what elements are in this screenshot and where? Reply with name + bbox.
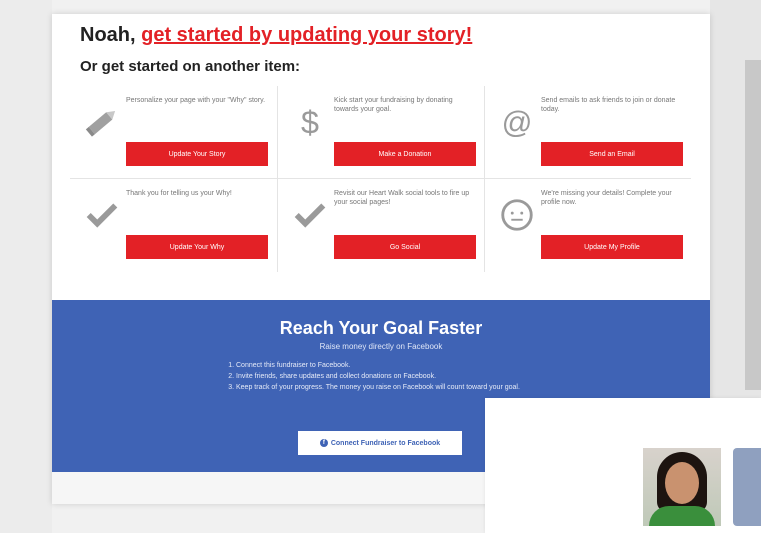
- profile-popup: [485, 398, 761, 533]
- connect-facebook-button[interactable]: f Connect Fundraiser to Facebook: [298, 431, 462, 455]
- send-email-button[interactable]: Send an Email: [541, 142, 683, 166]
- update-story-link[interactable]: get started by updating your story!: [141, 24, 472, 46]
- list-item: Keep track of your progress. The money y…: [236, 382, 556, 393]
- background-scrollbar: [745, 60, 761, 390]
- at-sign-icon: @: [497, 102, 537, 142]
- list-item: Connect this fundraiser to Facebook.: [236, 360, 556, 371]
- action-item-email: @ Send emails to ask friends to join or …: [484, 86, 691, 179]
- go-social-button[interactable]: Go Social: [334, 235, 476, 259]
- action-item-update-why: Thank you for telling us your Why! Updat…: [70, 179, 277, 272]
- action-item-description: Thank you for telling us your Why!: [126, 190, 232, 197]
- facebook-promo-title: Reach Your Goal Faster: [279, 318, 483, 338]
- connect-facebook-label: Connect Fundraiser to Facebook: [330, 439, 441, 447]
- action-item-update-story: Personalize your page with your "Why" st…: [70, 86, 277, 179]
- greeting-name: Noah,: [80, 24, 136, 46]
- action-item-description: We're missing your details! Complete you…: [541, 190, 672, 206]
- action-item-description: Personalize your page with your "Why" st…: [126, 97, 266, 104]
- checkmark-icon: [290, 195, 330, 235]
- action-item-description: Revisit our Heart Walk social tools to f…: [334, 190, 470, 206]
- action-item-donate: $ Kick start your fundraising by donatin…: [277, 86, 484, 179]
- greeting-headline: Noah, get started by updating your story…: [80, 24, 472, 47]
- dollar-icon: $: [290, 102, 330, 142]
- svg-text:@: @: [502, 105, 533, 139]
- list-item: Invite friends, share updates and collec…: [236, 371, 556, 382]
- smiley-icon: [497, 195, 537, 235]
- facebook-steps-list: Connect this fundraiser to Facebook. Inv…: [224, 360, 556, 393]
- avatar[interactable]: [643, 448, 721, 526]
- action-items-grid: Personalize your page with your "Why" st…: [70, 86, 692, 272]
- checkmark-icon: [82, 195, 122, 235]
- side-tab-button[interactable]: [733, 448, 761, 526]
- make-donation-button[interactable]: Make a Donation: [334, 142, 476, 166]
- facebook-promo-subtitle: Raise money directly on Facebook: [319, 342, 443, 351]
- svg-text:$: $: [301, 104, 319, 140]
- update-profile-button[interactable]: Update My Profile: [541, 235, 683, 259]
- action-item-update-profile: We're missing your details! Complete you…: [484, 179, 691, 272]
- action-item-description: Kick start your fundraising by donating …: [334, 97, 453, 113]
- pencil-icon: [82, 102, 122, 142]
- update-story-button[interactable]: Update Your Story: [126, 142, 268, 166]
- section-subtitle: Or get started on another item:: [80, 58, 301, 75]
- facebook-icon: f: [319, 439, 328, 447]
- action-item-go-social: Revisit our Heart Walk social tools to f…: [277, 179, 484, 272]
- action-item-description: Send emails to ask friends to join or do…: [541, 97, 676, 113]
- background-left: [0, 0, 52, 533]
- update-why-button[interactable]: Update Your Why: [126, 235, 268, 259]
